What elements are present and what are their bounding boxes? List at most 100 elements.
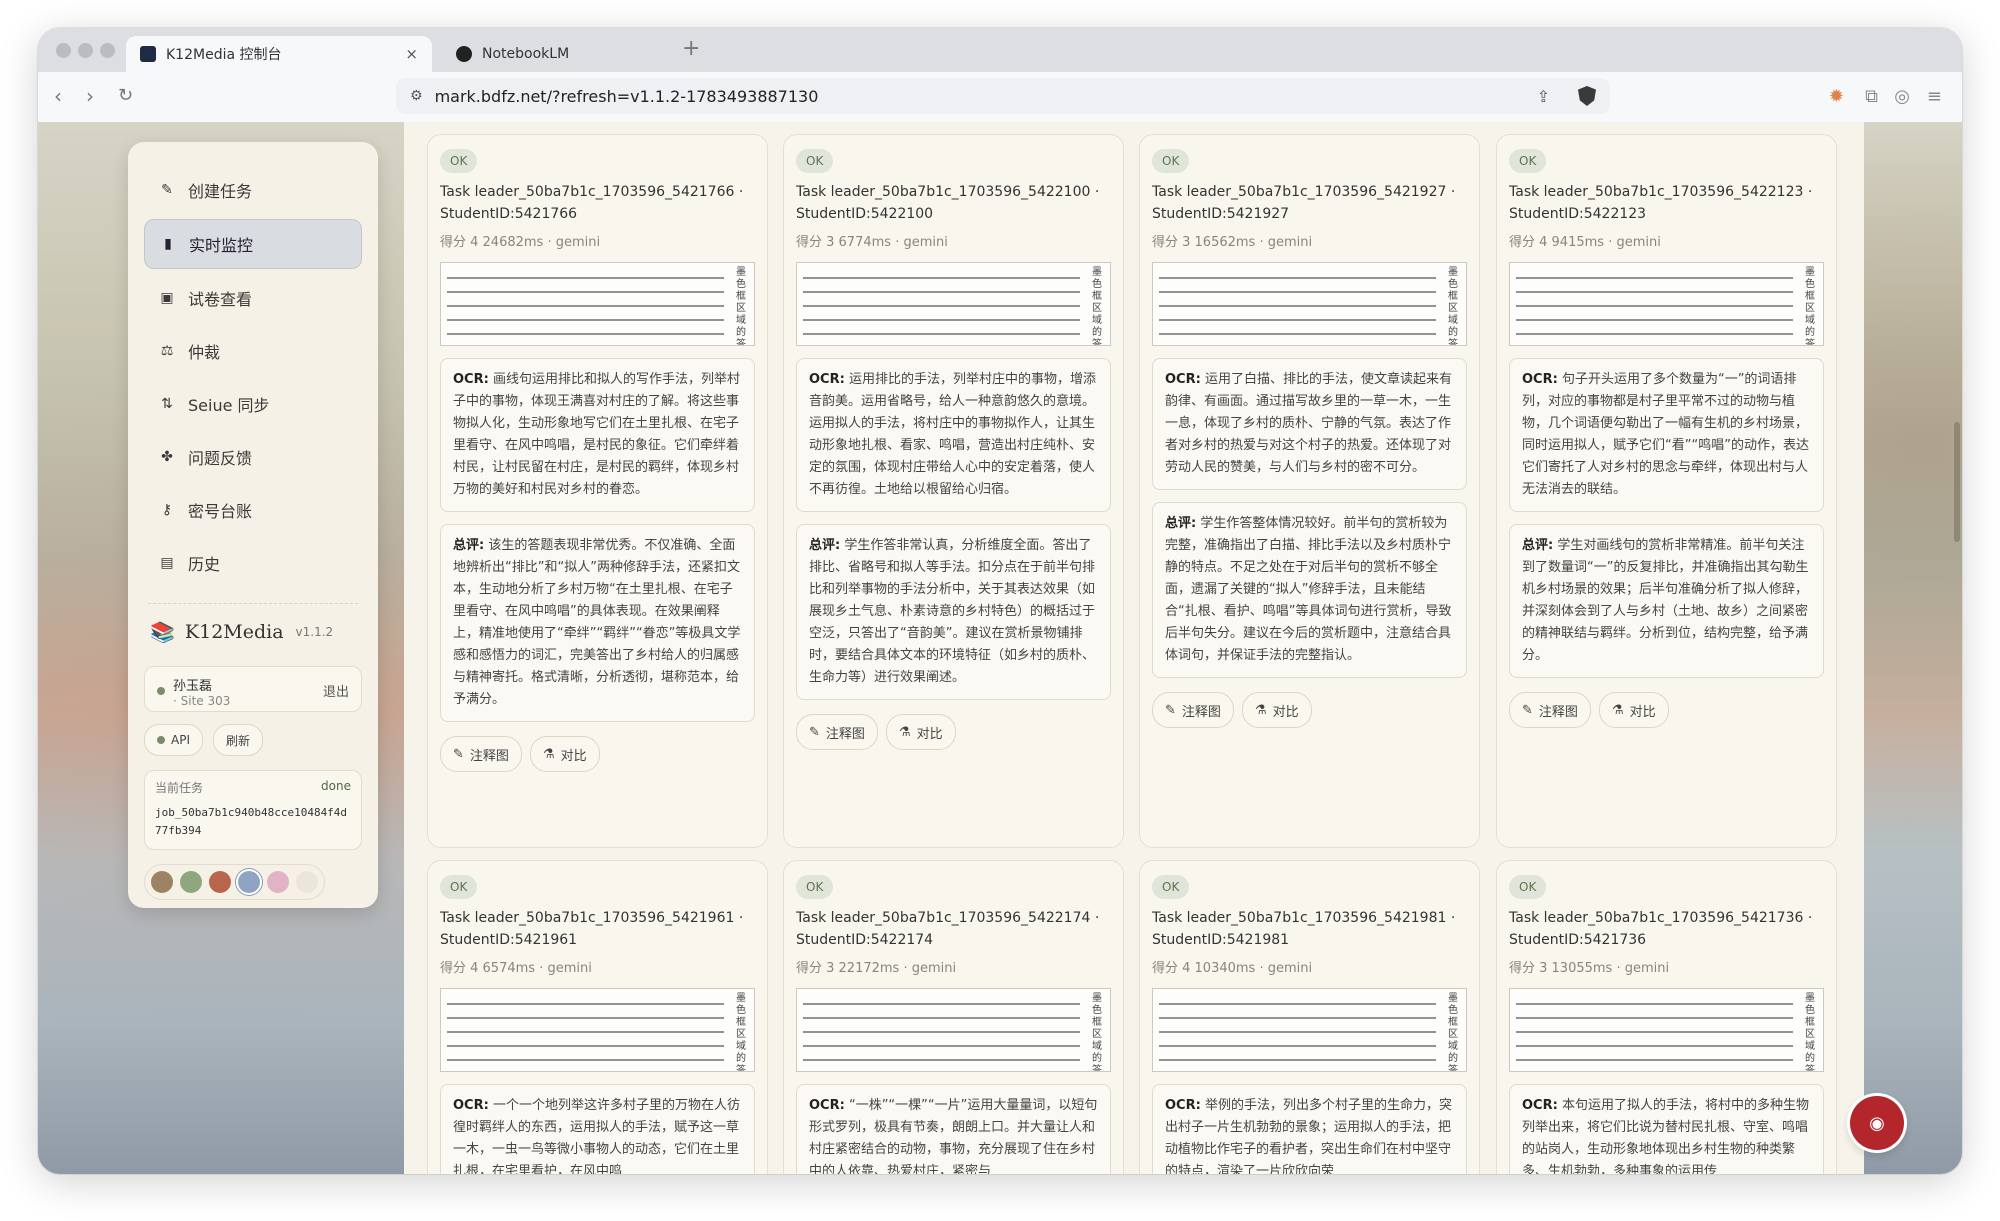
extensions-puzzle-icon[interactable]: ⧉ [1865,86,1878,107]
handwriting-lines [803,271,1080,339]
notebooklm-icon [456,46,472,62]
compare-button[interactable]: ⚗ 对比 [1598,692,1669,728]
compare-icon: ⚗ [1611,702,1624,718]
card-actions: ✎ 注释图 ⚗ 对比 [796,714,1111,750]
api-label: API [171,733,190,747]
sidebar-item-label: 问题反馈 [188,449,253,468]
annotate-label: 注释图 [825,726,865,742]
answer-sheet-thumbnail[interactable]: 墨色框区域的答 [440,988,755,1072]
sidebar-item-2[interactable]: ▣ 试卷查看 [144,274,362,322]
minimize-window-button[interactable] [78,43,93,58]
ocr-box: OCR: “一株”“一棵”“一片”运用大量量词，以短句形式罗列，极具有节奏，朗朗… [796,1084,1111,1174]
tab-k12media[interactable]: K12Media 控制台 × [126,36,432,72]
answer-sheet-thumbnail[interactable]: 墨色框区域的答 [1509,262,1824,346]
scrollbar[interactable] [1954,422,1960,542]
new-tab-button[interactable]: + [682,36,700,61]
books-icon: 📚 [150,620,175,644]
theme-swatch[interactable] [296,871,318,893]
browser-window: K12Media 控制台 × NotebookLM + ‹ › ↻ ⚙ mark… [38,28,1962,1174]
extension-sun-icon[interactable]: ✹ [1829,86,1844,107]
sync-icon: ⇅ [161,396,173,412]
back-button[interactable]: ‹ [54,84,62,108]
site-settings-icon[interactable]: ⚙ [410,88,423,104]
comment-box: 总评: 学生作答整体情况较好。前半句的赏析较为完整，准确指出了白描、排比手法以及… [1152,502,1467,678]
sidebar-item-4[interactable]: ⇅ Seiue 同步 [144,380,362,428]
thumbnail-side-text: 墨色框区域的答 [1805,993,1815,1072]
share-icon[interactable]: ⇪ [1537,87,1550,106]
score-meta: 得分 3 22172ms · gemini [796,961,957,976]
answer-sheet-thumbnail[interactable]: 墨色框区域的答 [440,262,755,346]
api-status-icon [157,736,165,744]
tab-close-icon[interactable]: × [405,45,418,63]
comment-box: 总评: 学生对画线句的赏析非常精准。前半句关注到了数量词“一”的反复排比，并准确… [1509,524,1824,678]
theme-swatch[interactable] [238,871,260,893]
zoom-window-button[interactable] [100,43,115,58]
sidebar-item-1[interactable]: ▮ 实时监控 [144,219,362,269]
scale-icon: ⚖ [160,343,174,359]
thumbnail-side-text: 墨色框区域的答 [1805,267,1815,346]
theme-swatch[interactable] [209,871,231,893]
forward-button[interactable]: › [86,84,94,108]
ocr-label: OCR: [1522,1098,1558,1113]
ocr-box: OCR: 举例的手法，列出多个村子里的生命力，突出村子一片生机勃勃的景象；运用拟… [1152,1084,1467,1174]
tab-notebooklm[interactable]: NotebookLM [442,36,668,72]
card-actions: ✎ 注释图 ⚗ 对比 [1152,692,1467,728]
wallet-icon[interactable]: ◎ [1894,86,1910,107]
ocr-box: OCR: 句子开头运用了多个数量为“一”的词语排列，对应的事物都是村子里平常不过… [1509,358,1824,512]
sidebar-nav: ✎ 创建任务 ▮ 实时监控 ▣ 试卷查看 ⚖ 仲裁 ⇅ Seiue 同步 ✤ 问题反馈 ⚷ 密号台账 ▤ 历史 [144,166,362,587]
thumbnail-side-text: 墨色框区域的答 [736,993,746,1072]
annotated-image-button[interactable]: ✎ 注释图 [1152,692,1234,728]
theme-swatch[interactable] [267,871,289,893]
ocr-text: 一个一个地列举这许多村子里的万物在人彷徨时羁绊人的东西，运用拟人的手法，赋予这一… [453,1098,740,1174]
compare-button[interactable]: ⚗ 对比 [885,714,956,750]
annotated-image-button[interactable]: ✎ 注释图 [440,736,522,772]
answer-sheet-thumbnail[interactable]: 墨色框区域的答 [1152,988,1467,1072]
handwriting-lines [447,997,724,1065]
compare-icon: ⚗ [1254,702,1267,718]
theme-swatch[interactable] [151,871,173,893]
sidebar-item-6[interactable]: ⚷ 密号台账 [144,486,362,534]
theme-swatch[interactable] [180,871,202,893]
answer-sheet-thumbnail[interactable]: 墨色框区域的答 [1152,262,1467,346]
menu-icon[interactable]: ≡ [1927,86,1942,107]
task-title: Task leader_50ba7b1c_1703596_5421927 · S… [1152,184,1456,222]
compare-button[interactable]: ⚗ 对比 [1241,692,1312,728]
current-task-box: 当前任务 done job_50ba7b1c940b48cce10484f4d7… [144,770,362,850]
sidebar-item-3[interactable]: ⚖ 仲裁 [144,327,362,375]
sidebar-item-5[interactable]: ✤ 问题反馈 [144,433,362,481]
api-status-pill[interactable]: API [144,724,203,756]
comment-text: 学生对画线句的赏析非常精准。前半句关注到了数量词“一”的反复排比，并准确指出其勾… [1522,538,1809,663]
ocr-label: OCR: [1165,1098,1201,1113]
comment-label: 总评: [453,538,485,553]
sidebar-item-7[interactable]: ▤ 历史 [144,539,362,587]
brave-shield-icon[interactable] [1578,86,1596,106]
sidebar-item-label: 历史 [188,555,221,574]
status-badge: OK [1509,149,1547,173]
reload-button[interactable]: ↻ [118,85,133,106]
school-seal-button[interactable]: ◉ [1850,1096,1904,1150]
annotated-image-button[interactable]: ✎ 注释图 [796,714,878,750]
score-meta: 得分 3 6774ms · gemini [796,235,948,250]
status-pills: API 刷新 [144,724,362,756]
url-field[interactable]: ⚙ mark.bdfz.net/?refresh=v1.1.2-17834938… [396,78,1610,114]
ocr-text: 画线句运用排比和拟人的写作手法，列举村子中的事物，体现王满喜对村庄的了解。将这些… [453,372,740,497]
sidebar-item-label: 仲裁 [188,343,221,362]
answer-sheet-thumbnail[interactable]: 墨色框区域的答 [796,988,1111,1072]
handwriting-lines [1516,997,1793,1065]
status-badge: OK [796,149,834,173]
annotate-icon: ✎ [453,746,464,762]
sidebar-item-0[interactable]: ✎ 创建任务 [144,166,362,214]
logout-button[interactable]: 退出 [323,681,349,700]
annotated-image-button[interactable]: ✎ 注释图 [1509,692,1591,728]
comment-text: 学生作答整体情况较好。前半句的赏析较为完整，准确指出了白描、排比手法以及乡村质朴… [1165,516,1452,663]
task-title: Task leader_50ba7b1c_1703596_5421961 · S… [440,910,744,948]
answer-sheet-thumbnail[interactable]: 墨色框区域的答 [1509,988,1824,1072]
close-window-button[interactable] [56,43,71,58]
compare-button[interactable]: ⚗ 对比 [529,736,600,772]
annotate-icon: ✎ [809,724,820,740]
bar-chart-icon: ▮ [164,236,172,252]
k12media-favicon-icon [140,46,156,62]
handwriting-lines [1516,271,1793,339]
refresh-button[interactable]: 刷新 [212,724,263,756]
answer-sheet-thumbnail[interactable]: 墨色框区域的答 [796,262,1111,346]
